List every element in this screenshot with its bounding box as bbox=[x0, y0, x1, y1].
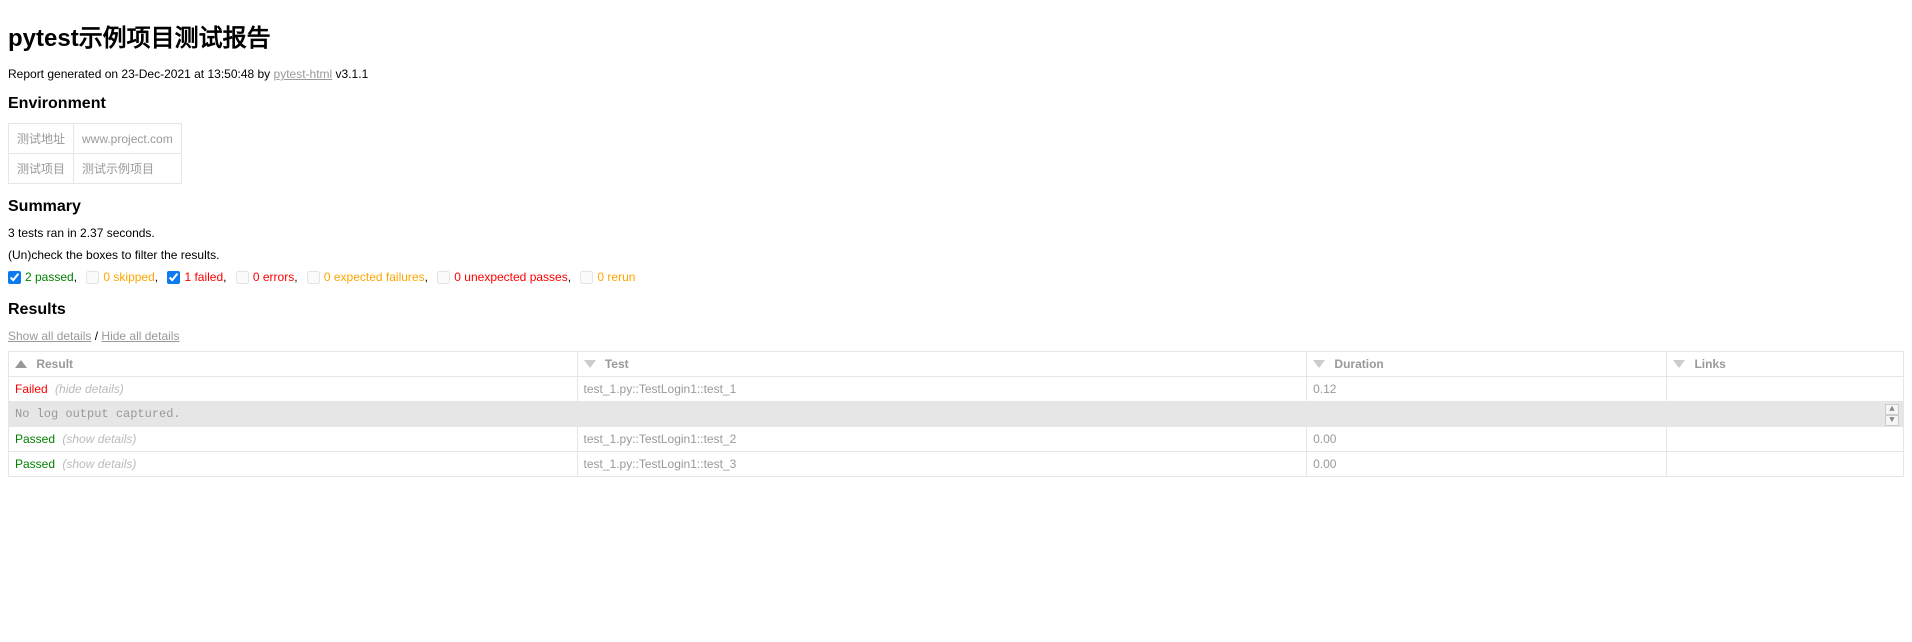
env-value: www.project.com bbox=[74, 124, 182, 154]
results-table: Result Test Duration Links Failed (hide … bbox=[8, 351, 1904, 477]
filter-checkbox[interactable] bbox=[167, 271, 180, 284]
col-header-test-label: Test bbox=[605, 357, 629, 371]
cell-links bbox=[1667, 451, 1904, 476]
cell-result: Passed (show details) bbox=[9, 426, 578, 451]
col-header-duration[interactable]: Duration bbox=[1307, 351, 1667, 376]
generated-prefix: Report generated on 23-Dec-2021 at 13:50… bbox=[8, 67, 274, 81]
summary-tests-ran: 3 tests ran in 2.37 seconds. bbox=[8, 226, 1904, 240]
col-header-duration-label: Duration bbox=[1334, 357, 1383, 371]
cell-duration: 0.00 bbox=[1307, 426, 1667, 451]
cell-result: Passed (show details) bbox=[9, 451, 578, 476]
cell-test: test_1.py::TestLogin1::test_1 bbox=[577, 376, 1307, 401]
chevron-up-icon[interactable]: ▲ bbox=[1885, 404, 1899, 415]
cell-test: test_1.py::TestLogin1::test_2 bbox=[577, 426, 1307, 451]
filter-item: 2 passed, bbox=[8, 270, 77, 284]
log-cell: No log output captured. ▲▼ bbox=[9, 401, 1904, 426]
filter-label: 2 passed bbox=[25, 270, 74, 284]
filter-checkbox[interactable] bbox=[8, 271, 21, 284]
filter-item: 0 unexpected passes, bbox=[437, 270, 571, 284]
summary-filter-hint: (Un)check the boxes to filter the result… bbox=[8, 248, 1904, 262]
filter-label: 0 rerun bbox=[597, 270, 635, 284]
environment-heading: Environment bbox=[8, 95, 1904, 113]
toggle-details-link[interactable]: (show details) bbox=[62, 432, 136, 446]
col-header-result-label: Result bbox=[36, 357, 73, 371]
filter-label: 0 skipped bbox=[103, 270, 154, 284]
cell-links bbox=[1667, 376, 1904, 401]
filter-checkbox bbox=[307, 271, 320, 284]
filter-comma: , bbox=[155, 270, 158, 284]
filter-comma: , bbox=[294, 270, 297, 284]
result-status: Failed bbox=[15, 382, 48, 396]
filters-row: 2 passed, 0 skipped, 1 failed, 0 errors,… bbox=[8, 270, 1904, 287]
details-links: Show all details / Hide all details bbox=[8, 329, 1904, 343]
env-value: 测试示例项目 bbox=[74, 154, 182, 184]
result-status: Passed bbox=[15, 457, 55, 471]
log-row: No log output captured. ▲▼ bbox=[9, 401, 1904, 426]
col-header-test[interactable]: Test bbox=[577, 351, 1307, 376]
toggle-details-link[interactable]: (show details) bbox=[62, 457, 136, 471]
table-row: Passed (show details)test_1.py::TestLogi… bbox=[9, 451, 1904, 476]
filter-checkbox bbox=[580, 271, 593, 284]
results-header-row: Result Test Duration Links bbox=[9, 351, 1904, 376]
filter-checkbox bbox=[86, 271, 99, 284]
chevron-down-icon[interactable]: ▼ bbox=[1885, 415, 1899, 426]
filter-item: 0 errors, bbox=[236, 270, 298, 284]
results-heading: Results bbox=[8, 301, 1904, 319]
env-row: 测试项目测试示例项目 bbox=[9, 154, 182, 184]
cell-duration: 0.12 bbox=[1307, 376, 1667, 401]
filter-checkbox bbox=[437, 271, 450, 284]
details-separator: / bbox=[91, 329, 101, 343]
env-key: 测试地址 bbox=[9, 124, 74, 154]
env-row: 测试地址www.project.com bbox=[9, 124, 182, 154]
pytest-html-link[interactable]: pytest-html bbox=[274, 67, 333, 81]
filter-label: 1 failed bbox=[184, 270, 223, 284]
toggle-details-link[interactable]: (hide details) bbox=[55, 382, 124, 396]
col-header-links[interactable]: Links bbox=[1667, 351, 1904, 376]
environment-table: 测试地址www.project.com测试项目测试示例项目 bbox=[8, 123, 182, 184]
filter-item: 0 rerun bbox=[580, 270, 635, 284]
cell-test: test_1.py::TestLogin1::test_3 bbox=[577, 451, 1307, 476]
sort-asc-icon bbox=[15, 360, 27, 368]
log-scroll-controls: ▲▼ bbox=[1885, 404, 1899, 426]
filter-label: 0 expected failures bbox=[324, 270, 425, 284]
col-header-result[interactable]: Result bbox=[9, 351, 578, 376]
filter-comma: , bbox=[425, 270, 428, 284]
col-header-links-label: Links bbox=[1694, 357, 1725, 371]
hide-all-details-link[interactable]: Hide all details bbox=[101, 329, 179, 343]
filter-item: 0 expected failures, bbox=[307, 270, 428, 284]
summary-heading: Summary bbox=[8, 198, 1904, 216]
generated-version: v3.1.1 bbox=[332, 67, 368, 81]
show-all-details-link[interactable]: Show all details bbox=[8, 329, 91, 343]
cell-result: Failed (hide details) bbox=[9, 376, 578, 401]
filter-comma: , bbox=[74, 270, 77, 284]
table-row: Passed (show details)test_1.py::TestLogi… bbox=[9, 426, 1904, 451]
sort-desc-icon bbox=[1313, 360, 1325, 368]
cell-duration: 0.00 bbox=[1307, 451, 1667, 476]
filter-label: 0 errors bbox=[253, 270, 294, 284]
table-row: Failed (hide details)test_1.py::TestLogi… bbox=[9, 376, 1904, 401]
filter-comma: , bbox=[223, 270, 226, 284]
sort-desc-icon bbox=[584, 360, 596, 368]
filter-label: 0 unexpected passes bbox=[454, 270, 567, 284]
result-status: Passed bbox=[15, 432, 55, 446]
filter-checkbox bbox=[236, 271, 249, 284]
sort-desc-icon bbox=[1673, 360, 1685, 368]
filter-item: 1 failed, bbox=[167, 270, 226, 284]
env-key: 测试项目 bbox=[9, 154, 74, 184]
generated-line: Report generated on 23-Dec-2021 at 13:50… bbox=[8, 67, 1904, 81]
page-title: pytest示例项目测试报告 bbox=[8, 18, 1904, 53]
cell-links bbox=[1667, 426, 1904, 451]
log-text: No log output captured. bbox=[15, 407, 181, 421]
filter-item: 0 skipped, bbox=[86, 270, 158, 284]
filter-comma: , bbox=[568, 270, 571, 284]
